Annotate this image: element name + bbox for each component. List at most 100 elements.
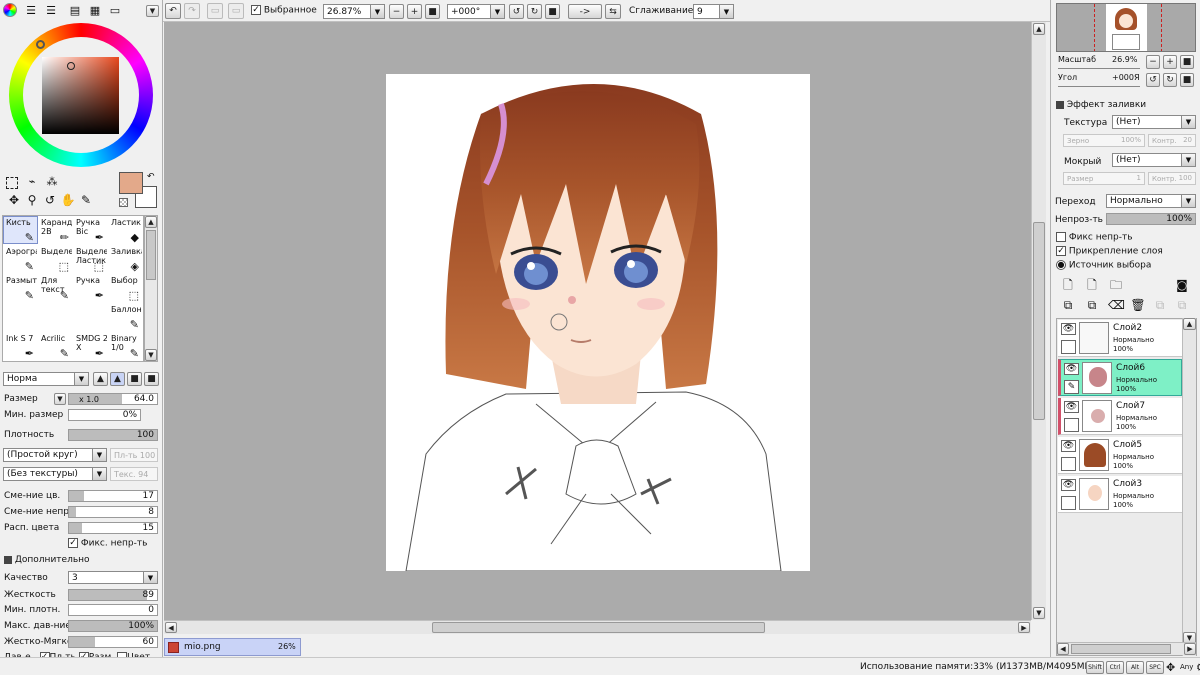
nav-zoom-in-button[interactable]: + xyxy=(1163,55,1177,69)
brush-texture-select[interactable]: (Без текстуры) ▼ xyxy=(3,467,107,481)
layer-row[interactable]: 👁 Слой5 Нормально 100% xyxy=(1058,437,1182,474)
eye-icon[interactable]: 👁 xyxy=(1061,479,1076,491)
tool-ручка-bic[interactable]: Ручка Bic ✒ xyxy=(73,216,108,244)
layer-lock-box[interactable] xyxy=(1064,418,1079,432)
invert-select-button[interactable]: ▭ xyxy=(228,3,244,19)
layers-vscroll[interactable]: ▲ ▼ xyxy=(1182,318,1196,656)
tool-выделен[interactable]: Выделен ⬚ xyxy=(38,245,73,273)
merge-visible-icon[interactable]: ⧉ xyxy=(1152,297,1168,313)
blend-slider[interactable]: 17 xyxy=(68,490,158,502)
tool-размыть[interactable]: Размыть ✎ xyxy=(3,274,38,302)
new-vector-layer-icon[interactable]: 🗋 xyxy=(1084,277,1100,293)
dilution-slider[interactable]: 8 xyxy=(68,506,158,518)
zoom-out-button[interactable]: − xyxy=(389,4,404,19)
tool-баллонч[interactable]: Баллонч ✎ xyxy=(108,303,143,331)
scroll-down-button[interactable]: ▼ xyxy=(145,349,157,361)
layer-lock-box[interactable] xyxy=(1061,457,1076,471)
nav-rotate-reset-button[interactable]: ■ xyxy=(1180,73,1194,87)
navigator-view-frame[interactable] xyxy=(1094,4,1162,51)
nav-zoom-out-button[interactable]: − xyxy=(1146,55,1160,69)
tool-для-текст[interactable]: Для текст ✎ xyxy=(38,274,73,302)
tool-аэрогра[interactable]: Аэрогра ✎ xyxy=(3,245,38,273)
hsv-slider-mode-icon[interactable]: ☰ xyxy=(43,3,59,19)
nav-rotate-cw-button[interactable]: ↻ xyxy=(1163,73,1177,87)
eye-icon[interactable]: 👁 xyxy=(1064,401,1079,413)
tool-ручка[interactable]: Ручка ✒ xyxy=(73,274,108,302)
wet-select[interactable]: (Нет) ▼ xyxy=(1112,153,1196,167)
layer-row[interactable]: 👁 ✎ Слой6 Нормально 100% xyxy=(1058,359,1182,396)
undo-button[interactable]: ↶ xyxy=(165,3,181,19)
min-size-slider[interactable]: 0% xyxy=(68,409,141,421)
hardness-slider[interactable]: 89 xyxy=(68,589,158,601)
selection-checkbox[interactable]: ✓ Выбранное xyxy=(251,5,317,16)
layer-lock-box[interactable] xyxy=(1061,340,1076,354)
eyedropper-icon[interactable]: ✎ xyxy=(78,192,94,208)
tool-ластик[interactable]: Ластик ◆ xyxy=(108,216,143,244)
gear-icon[interactable]: ⚙ xyxy=(1196,661,1200,674)
hand-icon[interactable]: ✋ xyxy=(60,192,76,208)
density-slider[interactable]: 100 xyxy=(68,429,158,441)
rotation-select[interactable]: +000° ▼ xyxy=(447,4,505,19)
shape-soft-button[interactable]: ■ xyxy=(127,372,142,386)
tool-acrilic[interactable]: Acrilic ✎ xyxy=(38,332,73,360)
delete-layer-icon[interactable]: 🗑 xyxy=(1130,297,1146,313)
color-panel-menu-button[interactable]: ▼ xyxy=(146,5,159,17)
eye-icon[interactable]: 👁 xyxy=(1061,323,1076,335)
move-icon[interactable]: ✥ xyxy=(6,192,22,208)
fill-effect-header[interactable]: Эффект заливки xyxy=(1056,100,1146,110)
keep-opacity-checkbox[interactable]: ✓ Фикс. непр-ть xyxy=(68,538,147,549)
sv-marker[interactable] xyxy=(67,62,75,70)
clip-layer-checkbox[interactable]: ✓ Прикрепление слоя xyxy=(1056,246,1163,257)
tool-smdg-2-x[interactable]: SMDG 2 X ✒ xyxy=(73,332,108,360)
scratchpad-mode-icon[interactable]: ▭ xyxy=(107,3,123,19)
tool-выделен-ластик[interactable]: Выделен Ластик⬚ xyxy=(73,245,108,273)
shape-medium-button[interactable]: ▲ xyxy=(110,372,125,386)
shape-strength-field[interactable]: Пл-ть 100 xyxy=(110,448,158,462)
shape-hard-button[interactable]: ▲ xyxy=(93,372,108,386)
size-slider[interactable]: x 1.0 64.0 xyxy=(68,393,158,405)
fill-texture-select[interactable]: (Нет) ▼ xyxy=(1112,115,1196,129)
rotate-reset-button[interactable]: ■ xyxy=(545,4,560,19)
size-range-button[interactable]: ▼ xyxy=(54,393,66,405)
layer-row[interactable]: 👁 Слой7 Нормально 100% xyxy=(1058,398,1182,435)
tool-каранда-2b[interactable]: Каранда 2B✏ xyxy=(38,216,73,244)
max-pressure-slider[interactable]: 100% xyxy=(68,620,158,632)
wet-size-field[interactable]: Размер 1 xyxy=(1063,172,1145,185)
grain-field[interactable]: Зерно 100% xyxy=(1063,134,1145,147)
layer-lock-box[interactable] xyxy=(1061,496,1076,510)
hscroll-left-button[interactable]: ◀ xyxy=(165,622,177,633)
swap-colors-icon[interactable]: ↶ xyxy=(147,172,155,182)
transparent-color-icon[interactable] xyxy=(119,198,128,207)
canvas-hscroll[interactable]: ◀ ▶ xyxy=(164,620,1031,634)
tool-заливка[interactable]: Заливка ◈ xyxy=(108,245,143,273)
vscroll-up-button[interactable]: ▲ xyxy=(1033,23,1045,35)
document-tab[interactable]: mio.png 26% xyxy=(164,638,301,656)
hscroll-thumb[interactable] xyxy=(432,622,765,633)
zoom-in-button[interactable]: + xyxy=(407,4,422,19)
tool-выбор[interactable]: Выбор ⬚ xyxy=(108,274,143,302)
zoom-icon[interactable]: ⚲ xyxy=(24,192,40,208)
tool-grid-scrollbar[interactable]: ▲ ▼ xyxy=(144,215,158,362)
layers-hscroll-thumb[interactable] xyxy=(1071,644,1171,654)
tool-ink-s-7[interactable]: Ink S 7 ✒ xyxy=(3,332,38,360)
copy-layer-icon[interactable]: ⧉ xyxy=(1060,297,1076,313)
redo-button[interactable]: ↷ xyxy=(184,3,200,19)
contrast2-field[interactable]: Контр. 100 xyxy=(1148,172,1196,185)
vscroll-thumb[interactable] xyxy=(1033,222,1045,420)
lock-opacity-checkbox[interactable]: Фикс непр-ть xyxy=(1056,232,1133,243)
clear-layer-icon[interactable]: ⌫ xyxy=(1108,297,1125,313)
layer-menu-icon[interactable]: ◙ xyxy=(1174,277,1190,293)
color-wheel-mode-icon[interactable] xyxy=(3,3,17,17)
canvas-vscroll[interactable]: ▲ ▼ xyxy=(1031,22,1046,620)
deselect-button[interactable]: ▭ xyxy=(207,3,223,19)
artwork-canvas[interactable] xyxy=(386,74,810,571)
min-density-slider[interactable]: 0 xyxy=(68,604,158,616)
layers-scroll-left-button[interactable]: ◀ xyxy=(1057,643,1069,655)
swatch-mode-icon[interactable]: ▤ xyxy=(67,3,83,19)
merge-all-icon[interactable]: ⧉ xyxy=(1174,297,1190,313)
brush-lock-icon[interactable]: ✎ xyxy=(1064,380,1079,394)
vscroll-down-button[interactable]: ▼ xyxy=(1033,607,1045,619)
navigator-preview[interactable] xyxy=(1056,3,1196,52)
opacity-slider[interactable]: 100% xyxy=(1106,213,1196,225)
palette-mode-icon[interactable]: ▦ xyxy=(87,3,103,19)
